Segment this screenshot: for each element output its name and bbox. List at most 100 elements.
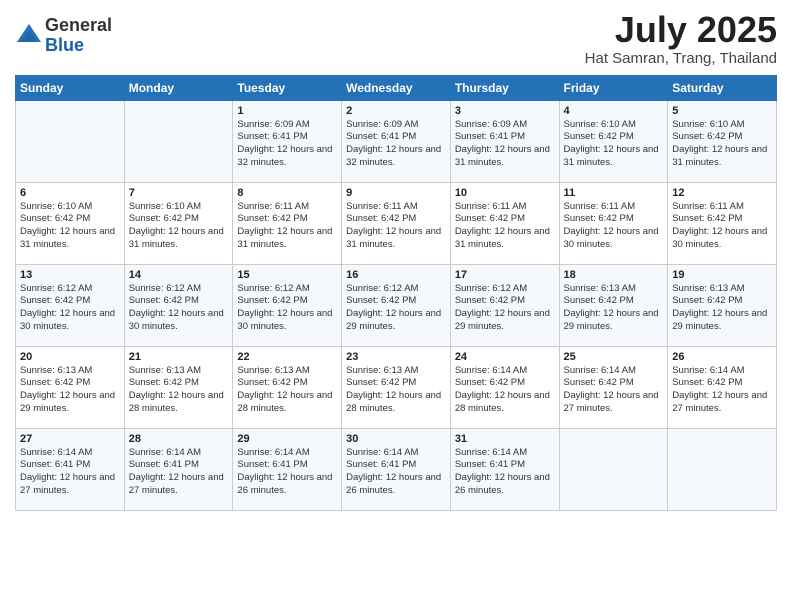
day-info: Sunrise: 6:12 AMSunset: 6:42 PMDaylight:…	[237, 283, 337, 334]
day-number: 8	[237, 187, 337, 199]
day-info: Sunrise: 6:11 AMSunset: 6:42 PMDaylight:…	[237, 201, 337, 252]
calendar-cell: 16 Sunrise: 6:12 AMSunset: 6:42 PMDayligh…	[342, 264, 451, 346]
day-number: 18	[564, 269, 664, 281]
calendar-cell: 29 Sunrise: 6:14 AMSunset: 6:41 PMDayligh…	[233, 428, 342, 510]
page-header: General Blue July 2025 Hat Samran, Trang…	[15, 10, 777, 67]
day-info: Sunrise: 6:14 AMSunset: 6:41 PMDaylight:…	[237, 447, 337, 498]
day-info: Sunrise: 6:11 AMSunset: 6:42 PMDaylight:…	[455, 201, 555, 252]
calendar-cell	[124, 100, 233, 182]
day-info: Sunrise: 6:14 AMSunset: 6:42 PMDaylight:…	[455, 365, 555, 416]
weekday-header: Sunday	[16, 75, 125, 100]
day-info: Sunrise: 6:11 AMSunset: 6:42 PMDaylight:…	[346, 201, 446, 252]
day-info: Sunrise: 6:14 AMSunset: 6:41 PMDaylight:…	[346, 447, 446, 498]
calendar-cell: 14 Sunrise: 6:12 AMSunset: 6:42 PMDayligh…	[124, 264, 233, 346]
day-info: Sunrise: 6:13 AMSunset: 6:42 PMDaylight:…	[564, 283, 664, 334]
day-info: Sunrise: 6:13 AMSunset: 6:42 PMDaylight:…	[129, 365, 229, 416]
calendar-cell: 17 Sunrise: 6:12 AMSunset: 6:42 PMDayligh…	[450, 264, 559, 346]
day-number: 11	[564, 187, 664, 199]
day-number: 6	[20, 187, 120, 199]
calendar-cell: 3 Sunrise: 6:09 AMSunset: 6:41 PMDaylight…	[450, 100, 559, 182]
day-info: Sunrise: 6:09 AMSunset: 6:41 PMDaylight:…	[346, 119, 446, 170]
logo-icon	[15, 22, 43, 50]
calendar-cell: 27Sunrise: 6:14 AMSunset: 6:41 PMDayligh…	[16, 428, 125, 510]
title-block: July 2025 Hat Samran, Trang, Thailand	[585, 10, 777, 67]
month-year: July 2025	[585, 10, 777, 50]
logo-text: General Blue	[45, 16, 112, 56]
day-info: Sunrise: 6:13 AMSunset: 6:42 PMDaylight:…	[237, 365, 337, 416]
calendar-cell: 8 Sunrise: 6:11 AMSunset: 6:42 PMDaylight…	[233, 182, 342, 264]
weekday-row: SundayMondayTuesdayWednesdayThursdayFrid…	[16, 75, 777, 100]
weekday-header: Tuesday	[233, 75, 342, 100]
day-info: Sunrise: 6:13 AMSunset: 6:42 PMDaylight:…	[672, 283, 772, 334]
day-number: 7	[129, 187, 229, 199]
day-info: Sunrise: 6:10 AMSunset: 6:42 PMDaylight:…	[564, 119, 664, 170]
weekday-header: Saturday	[668, 75, 777, 100]
day-number: 2	[346, 105, 446, 117]
calendar-cell: 12Sunrise: 6:11 AMSunset: 6:42 PMDayligh…	[668, 182, 777, 264]
day-number: 22	[237, 351, 337, 363]
calendar-cell: 22 Sunrise: 6:13 AMSunset: 6:42 PMDayligh…	[233, 346, 342, 428]
day-info: Sunrise: 6:11 AMSunset: 6:42 PMDaylight:…	[564, 201, 664, 252]
day-info: Sunrise: 6:12 AMSunset: 6:42 PMDaylight:…	[455, 283, 555, 334]
day-number: 27	[20, 433, 120, 445]
calendar-cell: 6 Sunrise: 6:10 AMSunset: 6:42 PMDaylight…	[16, 182, 125, 264]
day-info: Sunrise: 6:12 AMSunset: 6:42 PMDaylight:…	[129, 283, 229, 334]
calendar-cell: 7 Sunrise: 6:10 AMSunset: 6:42 PMDaylight…	[124, 182, 233, 264]
weekday-header: Thursday	[450, 75, 559, 100]
calendar-cell: 9 Sunrise: 6:11 AMSunset: 6:42 PMDaylight…	[342, 182, 451, 264]
calendar-week-row: 13 Sunrise: 6:12 AMSunset: 6:42 PMDayligh…	[16, 264, 777, 346]
day-number: 9	[346, 187, 446, 199]
day-info: Sunrise: 6:09 AMSunset: 6:41 PMDaylight:…	[237, 119, 337, 170]
calendar-cell: 18 Sunrise: 6:13 AMSunset: 6:42 PMDayligh…	[559, 264, 668, 346]
calendar-week-row: 6 Sunrise: 6:10 AMSunset: 6:42 PMDaylight…	[16, 182, 777, 264]
day-number: 19	[672, 269, 772, 281]
day-info: Sunrise: 6:12 AMSunset: 6:42 PMDaylight:…	[346, 283, 446, 334]
calendar-cell: 24 Sunrise: 6:14 AMSunset: 6:42 PMDayligh…	[450, 346, 559, 428]
calendar-cell: 19 Sunrise: 6:13 AMSunset: 6:42 PMDayligh…	[668, 264, 777, 346]
day-number: 14	[129, 269, 229, 281]
day-info: Sunrise: 6:09 AMSunset: 6:41 PMDaylight:…	[455, 119, 555, 170]
day-number: 29	[237, 433, 337, 445]
day-info: Sunrise: 6:10 AMSunset: 6:42 PMDaylight:…	[20, 201, 120, 252]
calendar-cell: 21 Sunrise: 6:13 AMSunset: 6:42 PMDayligh…	[124, 346, 233, 428]
calendar-cell: 31Sunrise: 6:14 AMSunset: 6:41 PMDayligh…	[450, 428, 559, 510]
day-number: 16	[346, 269, 446, 281]
day-number: 20	[20, 351, 120, 363]
day-number: 17	[455, 269, 555, 281]
location: Hat Samran, Trang, Thailand	[585, 50, 777, 67]
day-number: 15	[237, 269, 337, 281]
weekday-header: Friday	[559, 75, 668, 100]
day-number: 23	[346, 351, 446, 363]
calendar-cell: 5Sunrise: 6:10 AMSunset: 6:42 PMDaylight…	[668, 100, 777, 182]
calendar-week-row: 27 Sunrise: 6:14 AMSunset: 6:41 PMDayligh…	[16, 428, 777, 510]
day-number: 21	[129, 351, 229, 363]
day-number: 13	[20, 269, 120, 281]
day-info: Sunrise: 6:10 AMSunset: 6:42 PMDaylight:…	[129, 201, 229, 252]
day-info: Sunrise: 6:13 AMSunset: 6:42 PMDaylight:…	[20, 365, 120, 416]
calendar-cell: 23 Sunrise: 6:13 AMSunset: 6:42 PMDayligh…	[342, 346, 451, 428]
calendar-cell: 15 Sunrise: 6:12 AMSunset: 6:42 PMDayligh…	[233, 264, 342, 346]
logo-general: General	[45, 16, 112, 36]
day-number: 1	[237, 105, 337, 117]
logo: General Blue	[15, 16, 112, 56]
day-number: 10	[455, 187, 555, 199]
calendar-cell: 10 Sunrise: 6:11 AMSunset: 6:42 PMDayligh…	[450, 182, 559, 264]
day-info: Sunrise: 6:14 AMSunset: 6:41 PMDaylight:…	[129, 447, 229, 498]
day-info: Sunrise: 6:13 AMSunset: 6:42 PMDaylight:…	[346, 365, 446, 416]
calendar-cell: 30 Sunrise: 6:14 AMSunset: 6:41 PMDayligh…	[342, 428, 451, 510]
day-number: 25	[564, 351, 664, 363]
day-number: 30	[346, 433, 446, 445]
calendar-table: SundayMondayTuesdayWednesdayThursdayFrid…	[15, 75, 777, 511]
calendar-cell: 1 Sunrise: 6:09 AMSunset: 6:41 PMDaylight…	[233, 100, 342, 182]
day-number: 24	[455, 351, 555, 363]
day-info: Sunrise: 6:12 AMSunset: 6:42 PMDaylight:…	[20, 283, 120, 334]
calendar-cell: 13 Sunrise: 6:12 AMSunset: 6:42 PMDayligh…	[16, 264, 125, 346]
calendar-cell	[16, 100, 125, 182]
day-number: 3	[455, 105, 555, 117]
calendar-header: SundayMondayTuesdayWednesdayThursdayFrid…	[16, 75, 777, 100]
day-number: 31	[455, 433, 555, 445]
day-number: 12	[672, 187, 772, 199]
logo-blue: Blue	[45, 36, 112, 56]
calendar-body: 1 Sunrise: 6:09 AMSunset: 6:41 PMDaylight…	[16, 100, 777, 510]
day-number: 28	[129, 433, 229, 445]
